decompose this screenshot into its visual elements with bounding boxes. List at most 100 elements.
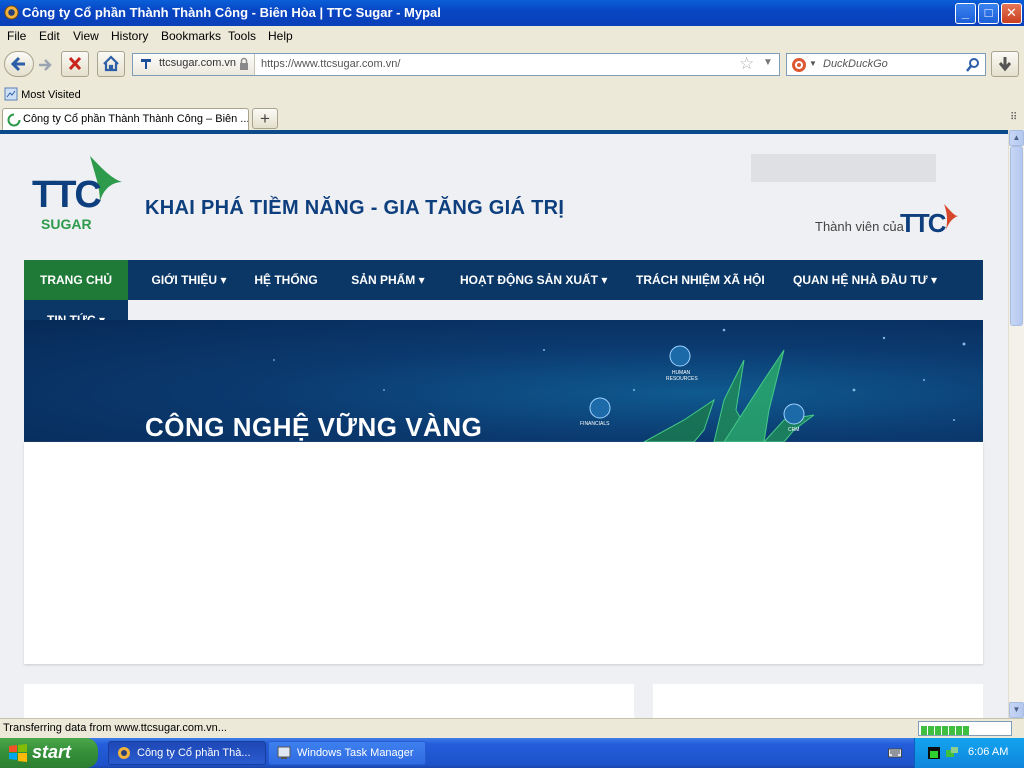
browser-task-icon bbox=[118, 747, 130, 759]
home-button[interactable] bbox=[97, 51, 125, 77]
loading-spinner-icon bbox=[7, 113, 21, 127]
ttc-sugar-logo[interactable]: TTC SUGAR bbox=[30, 152, 130, 232]
most-visited-icon bbox=[4, 87, 18, 101]
progress-block bbox=[963, 726, 969, 735]
caret-down-icon: ▾ bbox=[220, 273, 227, 287]
nav-item-social-responsibility[interactable]: TRÁCH NHIỆM XÃ HỘI bbox=[636, 260, 765, 300]
search-input[interactable]: DuckDuckGo bbox=[823, 58, 888, 70]
bookmark-label: Most Visited bbox=[21, 89, 81, 101]
content-card-right bbox=[653, 684, 983, 718]
member-of-label: Thành viên của bbox=[815, 219, 904, 234]
minimize-button[interactable]: _ bbox=[955, 3, 976, 24]
stop-button[interactable] bbox=[61, 51, 89, 77]
nav-label: TRÁCH NHIỆM XÃ HỘI bbox=[636, 273, 765, 287]
url-bar[interactable]: ttcsugar.com.vn https://www.ttcsugar.com… bbox=[132, 53, 780, 76]
keyboard-icon bbox=[888, 748, 902, 758]
plus-icon: + bbox=[260, 109, 270, 128]
scroll-down-arrow[interactable]: ▼ bbox=[1009, 702, 1024, 718]
windows-taskbar: start Công ty Cổ phần Thà... Windows Tas… bbox=[0, 738, 1024, 768]
status-text: Transferring data from www.ttcsugar.com.… bbox=[3, 722, 227, 734]
nav-item-production[interactable]: HOẠT ĐỘNG SẢN XUẤT ▾ bbox=[460, 260, 608, 300]
menu-history[interactable]: History bbox=[111, 29, 148, 43]
main-navigation: TRANG CHỦ GIỚI THIỆU ▾ HỆ THỐNG SẢN PHẨM… bbox=[24, 260, 983, 300]
menu-tools[interactable]: Tools bbox=[228, 29, 256, 43]
keyboard-tray-icon[interactable] bbox=[888, 747, 902, 759]
nav-label: SẢN PHẨM bbox=[351, 273, 416, 287]
member-logo-letters: TTC bbox=[900, 208, 947, 238]
progress-block bbox=[956, 726, 962, 735]
duckduckgo-engine-icon[interactable] bbox=[791, 57, 807, 73]
banner-headline: CÔNG NGHỆ VỮNG VÀNG bbox=[145, 412, 483, 442]
caret-down-icon: ▾ bbox=[930, 273, 937, 287]
header-placeholder-box bbox=[751, 154, 936, 182]
lock-icon bbox=[240, 57, 248, 70]
page-top-border bbox=[0, 130, 1008, 134]
bookmarks-toolbar: Most Visited bbox=[0, 84, 1024, 106]
nav-item-products[interactable]: SẢN PHẨM ▾ bbox=[346, 260, 430, 300]
menu-help[interactable]: Help bbox=[268, 29, 293, 43]
caret-down-icon: ▾ bbox=[418, 273, 425, 287]
url-text[interactable]: https://www.ttcsugar.com.vn/ bbox=[261, 58, 400, 70]
loading-progress-bar bbox=[918, 721, 1012, 736]
clock: 6:06 AM bbox=[968, 746, 1009, 758]
home-icon bbox=[103, 55, 119, 72]
banner-icon-label-crm: CRM bbox=[788, 427, 800, 433]
scrollbar-thumb[interactable] bbox=[1010, 146, 1023, 326]
slogan: KHAI PHÁ TIỀM NĂNG - GIA TĂNG GIÁ TRỊ bbox=[145, 197, 565, 219]
favicon-icon bbox=[141, 59, 151, 69]
site-identity-label: ttcsugar.com.vn bbox=[159, 57, 237, 69]
window-title: Công ty Cổ phần Thành Thành Công - Biên … bbox=[22, 5, 441, 20]
hero-banner[interactable]: HUMAN RESOURCES FINANCIALS CRM CÔNG NGHỆ… bbox=[24, 320, 983, 442]
progress-block bbox=[949, 726, 955, 735]
tab-title: Công ty Cổ phần Thành Thành Công – Biên … bbox=[23, 113, 249, 125]
menu-bar: File Edit View History Bookmarks Tools H… bbox=[0, 26, 1024, 46]
start-button[interactable]: start bbox=[0, 738, 98, 768]
tab-active[interactable]: Công ty Cổ phần Thành Thành Công – Biên … bbox=[2, 108, 249, 130]
nav-item-investor-relations[interactable]: QUAN HỆ NHÀ ĐẦU TƯ ▾ bbox=[792, 260, 938, 300]
progress-block bbox=[935, 726, 941, 735]
mypal-app-icon bbox=[4, 5, 19, 20]
menu-bookmarks[interactable]: Bookmarks bbox=[161, 29, 221, 43]
task-label: Windows Task Manager bbox=[297, 747, 414, 759]
logo-sub: SUGAR bbox=[41, 216, 92, 232]
start-label: start bbox=[32, 742, 72, 762]
bookmark-star-icon[interactable]: ☆ bbox=[739, 54, 754, 74]
back-arrow-icon bbox=[10, 56, 25, 72]
search-bar[interactable]: ▼ DuckDuckGo bbox=[786, 53, 986, 76]
progress-block bbox=[928, 726, 934, 735]
menu-file[interactable]: File bbox=[7, 29, 26, 43]
taskbar-item-browser[interactable]: Công ty Cổ phần Thà... bbox=[108, 741, 266, 765]
content-card-left bbox=[24, 684, 634, 718]
nav-item-home[interactable]: TRANG CHỦ bbox=[24, 260, 128, 300]
bookmark-most-visited[interactable]: Most Visited bbox=[4, 87, 81, 101]
network-tray-icon[interactable] bbox=[945, 746, 959, 760]
window-title-bar[interactable]: Công ty Cổ phần Thành Thành Công - Biên … bbox=[0, 0, 1024, 26]
nav-item-system[interactable]: HỆ THỐNG bbox=[248, 260, 324, 300]
back-button[interactable] bbox=[4, 51, 34, 77]
cpu-meter-tray-icon[interactable] bbox=[927, 746, 941, 760]
close-button[interactable]: ✕ bbox=[1001, 3, 1022, 24]
url-dropdown-icon[interactable]: ▼ bbox=[763, 57, 773, 68]
forward-button[interactable] bbox=[36, 56, 54, 74]
tab-list-icon[interactable]: ⠿ bbox=[1010, 112, 1017, 123]
site-identity-button[interactable]: ttcsugar.com.vn bbox=[133, 54, 255, 75]
ttc-group-logo[interactable]: TTC bbox=[900, 200, 960, 240]
caret-down-icon: ▾ bbox=[601, 273, 608, 287]
forward-arrow-icon bbox=[39, 59, 52, 71]
engine-dropdown-icon[interactable]: ▼ bbox=[809, 59, 817, 68]
menu-view[interactable]: View bbox=[73, 29, 99, 43]
maximize-button[interactable]: □ bbox=[978, 3, 999, 24]
page-viewport: TTC SUGAR KHAI PHÁ TIỀM NĂNG - GIA TĂNG … bbox=[0, 130, 1008, 718]
content-panel bbox=[24, 442, 983, 664]
banner-icon-label-financials: FINANCIALS bbox=[580, 421, 610, 427]
logo-letters: TTC bbox=[32, 174, 102, 216]
taskbar-item-task-manager[interactable]: Windows Task Manager bbox=[268, 741, 426, 765]
downloads-button[interactable] bbox=[991, 51, 1019, 77]
new-tab-button[interactable]: + bbox=[252, 108, 278, 129]
search-icon[interactable] bbox=[965, 57, 981, 73]
menu-edit[interactable]: Edit bbox=[39, 29, 60, 43]
scroll-up-arrow[interactable]: ▲ bbox=[1009, 130, 1024, 146]
nav-label: QUAN HỆ NHÀ ĐẦU TƯ bbox=[793, 273, 928, 287]
nav-item-about[interactable]: GIỚI THIỆU ▾ bbox=[140, 260, 238, 300]
nav-label: GIỚI THIỆU bbox=[151, 273, 218, 287]
